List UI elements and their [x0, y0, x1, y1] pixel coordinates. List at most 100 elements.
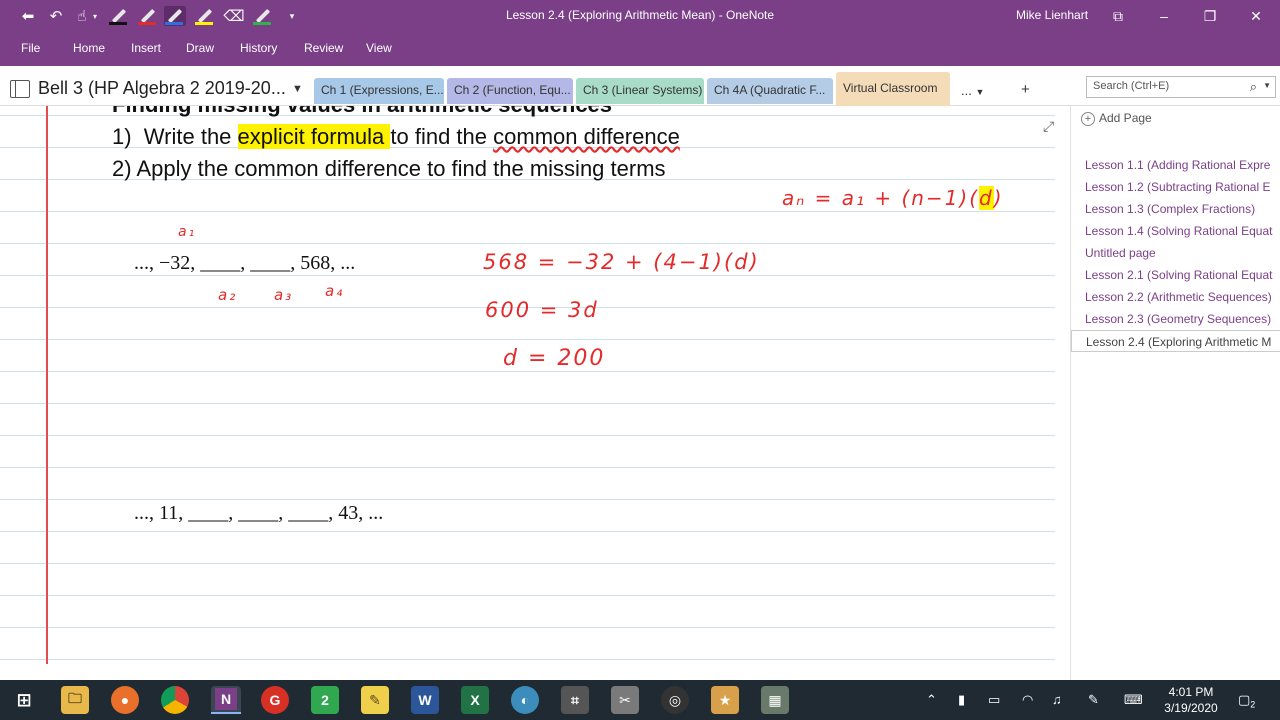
ink-formula-pre: aₙ = a₁ + (n−1)( — [782, 186, 980, 210]
highlighter-yellow-icon[interactable] — [194, 6, 216, 26]
obs-icon[interactable]: ◎ — [661, 686, 689, 714]
tab-review[interactable]: Review — [304, 41, 343, 55]
search-input[interactable]: Search (Ctrl+E) ⌕ ▼ — [1086, 76, 1276, 98]
eraser-icon[interactable]: ⌫ — [223, 6, 244, 26]
section-tab-ch4a[interactable]: Ch 4A (Quadratic F... — [707, 78, 833, 104]
step-1-number: 1) — [112, 124, 132, 149]
taskbar: ⊞ 🗀 ● N G 2 ✎ W X ◐ ⌗ ✂ ◎ ★ ▦ ⌃ ▮ ▭ ◠ ♫ … — [0, 680, 1280, 720]
expand-page-icon[interactable]: ⤢ — [1043, 118, 1054, 135]
onenote-icon[interactable]: N — [211, 686, 241, 714]
tab-home[interactable]: Home — [73, 41, 105, 55]
search-icon[interactable]: ⌕ — [1250, 79, 1257, 95]
page-item[interactable]: Lesson 1.4 (Solving Rational Equat — [1071, 220, 1280, 242]
excel-icon[interactable]: X — [461, 686, 489, 714]
pen-workspace-icon[interactable]: ✎ — [1088, 692, 1099, 708]
user-name[interactable]: Mike Lienhart — [1016, 8, 1088, 22]
search-placeholder: Search (Ctrl+E) — [1093, 80, 1170, 92]
usb-icon[interactable]: ▮ — [958, 692, 965, 708]
pen-red-icon[interactable] — [137, 6, 159, 26]
wifi-icon[interactable]: ◠ — [1022, 692, 1033, 708]
page-canvas[interactable]: Finding missing values in arithmetic seq… — [0, 106, 1070, 680]
clock-date: 3/19/2020 — [1164, 701, 1218, 715]
page-item[interactable]: Lesson 1.2 (Subtracting Rational E — [1071, 176, 1280, 198]
sequence-1: ..., −32, ____, ____, 568, ... — [134, 252, 356, 274]
customize-icon[interactable]: ▾ — [282, 6, 302, 26]
show-hidden-icons-icon[interactable]: ⌃ — [926, 692, 937, 708]
ribbon-display-icon[interactable]: ⧉ — [1100, 4, 1136, 28]
notifications-icon[interactable]: ▢2 — [1238, 692, 1255, 710]
tab-history[interactable]: History — [240, 41, 277, 55]
page-item[interactable]: Lesson 2.1 (Solving Rational Equat — [1071, 264, 1280, 286]
section-tab-ch2[interactable]: Ch 2 (Function, Equ... — [447, 78, 573, 104]
pages-panel: + Add Page Lesson 1.1 (Adding Rational Ex… — [1070, 106, 1280, 680]
undo-icon[interactable]: ↶ — [46, 6, 66, 26]
page-item[interactable]: Lesson 2.3 (Geometry Sequences) — [1071, 308, 1280, 330]
add-section-button[interactable]: + — [1014, 78, 1044, 104]
rule-line — [0, 659, 1055, 660]
search-scope-dropdown-icon[interactable]: ▼ — [1263, 81, 1271, 90]
pen-green-icon[interactable] — [252, 6, 274, 26]
tab-view[interactable]: View — [366, 41, 392, 55]
word-icon[interactable]: W — [411, 686, 439, 714]
clock[interactable]: 4:01 PM 3/19/2020 — [1160, 684, 1222, 716]
add-page-button[interactable]: + Add Page — [1081, 111, 1152, 126]
snipping-tool-icon[interactable]: ✂ — [611, 686, 639, 714]
pen-black-icon[interactable] — [108, 6, 130, 26]
battery-icon[interactable]: ▭ — [988, 692, 1000, 708]
restore-icon[interactable]: ❐ — [1192, 4, 1228, 28]
ink-equation-2: 600 = 3d — [485, 298, 599, 322]
ink-a3-label: a₃ — [274, 286, 294, 304]
sticky-notes-icon[interactable]: ✎ — [361, 686, 389, 714]
rule-line — [0, 563, 1055, 564]
rule-line — [0, 595, 1055, 596]
explicit-formula-highlight: explicit formula — [237, 124, 391, 149]
app-icon[interactable]: ▦ — [761, 686, 789, 714]
tab-file[interactable]: File — [21, 41, 40, 55]
tab-draw[interactable]: Draw — [186, 41, 214, 55]
chrome-icon[interactable] — [161, 686, 189, 714]
ink-formula-d: d — [979, 186, 994, 210]
volume-icon[interactable]: ♫ — [1052, 692, 1062, 707]
paint-icon[interactable]: ★ — [711, 686, 739, 714]
grammarly-icon[interactable]: G — [261, 686, 289, 714]
close-icon[interactable]: ✕ — [1238, 4, 1274, 28]
touch-draw-icon[interactable]: ☝ — [72, 6, 92, 26]
page-item[interactable]: Lesson 1.1 (Adding Rational Expre — [1071, 154, 1280, 176]
file-explorer-icon[interactable]: 🗀 — [61, 686, 89, 714]
ink-a2-label: a₂ — [218, 286, 238, 304]
section-tab-ch1[interactable]: Ch 1 (Expressions, E... — [314, 78, 444, 104]
section-tab-virtual-classroom[interactable]: Virtual Classroom — [836, 72, 950, 106]
clock-time: 4:01 PM — [1168, 685, 1214, 699]
ink-a4-label: a₄ — [325, 282, 345, 300]
firefox-icon[interactable]: ● — [111, 686, 139, 714]
minimize-icon[interactable]: – — [1146, 4, 1182, 28]
chevron-down-icon: ▼ — [975, 87, 985, 97]
page-item[interactable]: Lesson 2.2 (Arithmetic Sequences) — [1071, 286, 1280, 308]
calendar-2-icon[interactable]: 2 — [311, 686, 339, 714]
common-difference-underline: common difference — [493, 124, 680, 149]
rule-line — [0, 435, 1055, 436]
add-icon: + — [1081, 112, 1095, 126]
rule-line — [0, 275, 1055, 276]
page-item-active[interactable]: Lesson 2.4 (Exploring Arithmetic M — [1071, 330, 1280, 352]
notebook-dropdown-icon[interactable]: ▼ — [292, 83, 303, 95]
ink-a1-label: a₁ — [178, 224, 197, 240]
page-item[interactable]: Untitled page — [1071, 242, 1280, 264]
page-heading: Finding missing values in arithmetic seq… — [112, 106, 612, 118]
section-tab-ch3[interactable]: Ch 3 (Linear Systems) — [576, 78, 704, 104]
rule-line — [0, 211, 1055, 212]
page-item[interactable]: Lesson 1.3 (Complex Fractions) — [1071, 198, 1280, 220]
page-scrollbar[interactable] — [1056, 106, 1070, 680]
pen-blue-icon[interactable] — [164, 6, 186, 26]
touch-draw-caret-icon[interactable]: ▾ — [90, 6, 100, 26]
more-sections-button[interactable]: ... ▼ — [954, 78, 996, 104]
touch-keyboard-icon[interactable]: ⌨ — [1124, 692, 1143, 708]
window-title: Lesson 2.4 (Exploring Arithmetic Mean) -… — [505, 8, 775, 22]
rule-line — [0, 531, 1055, 532]
tab-insert[interactable]: Insert — [131, 41, 161, 55]
back-icon[interactable]: ⬅ — [18, 6, 38, 26]
browser-icon[interactable]: ◐ — [511, 686, 539, 714]
notebook-name[interactable]: Bell 3 (HP Algebra 2 2019-20... — [38, 78, 286, 99]
calculator-icon[interactable]: ⌗ — [561, 686, 589, 714]
windows-start-icon[interactable]: ⊞ — [10, 686, 38, 714]
